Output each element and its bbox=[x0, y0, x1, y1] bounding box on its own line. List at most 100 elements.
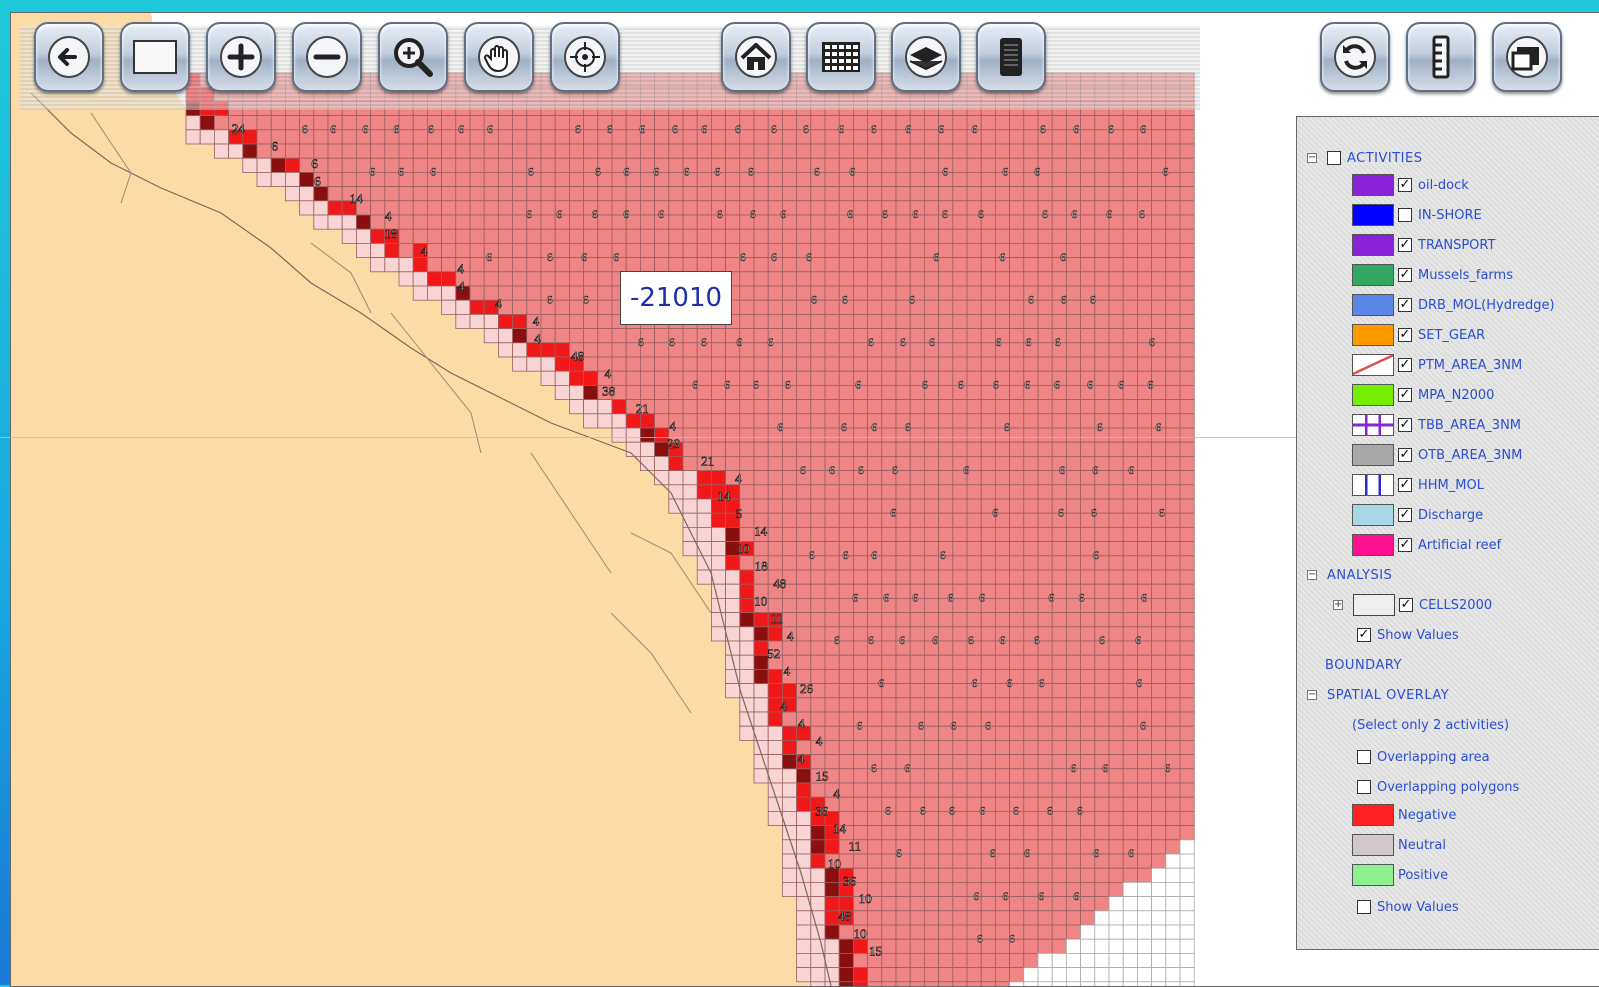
grid-cell bbox=[881, 115, 897, 131]
grid-cell bbox=[1009, 867, 1025, 883]
grid-cell bbox=[824, 115, 840, 131]
analysis-show-values-checkbox[interactable]: ✓ bbox=[1357, 628, 1371, 642]
grid-cell bbox=[725, 157, 741, 173]
overlapping-polygons-checkbox[interactable] bbox=[1357, 780, 1371, 794]
activity-checkbox[interactable]: ✓ bbox=[1398, 358, 1412, 372]
grid-cell bbox=[753, 129, 769, 145]
grid-cell bbox=[1066, 867, 1082, 883]
refresh-button[interactable] bbox=[1320, 22, 1390, 92]
grid-cell bbox=[512, 257, 528, 273]
positive-swatch bbox=[1352, 864, 1394, 886]
activity-checkbox[interactable]: ✓ bbox=[1398, 388, 1412, 402]
grid-cell bbox=[838, 569, 854, 585]
grid-cell bbox=[526, 299, 542, 315]
grid-cell bbox=[696, 214, 712, 230]
grid-cell bbox=[838, 441, 854, 457]
collapse-icon[interactable]: − bbox=[1307, 690, 1317, 700]
activity-checkbox[interactable]: ✓ bbox=[1398, 448, 1412, 462]
document-button[interactable] bbox=[976, 22, 1046, 92]
grid-cell bbox=[185, 129, 201, 145]
cell-value-label: 6 bbox=[595, 165, 601, 179]
grid-cell bbox=[256, 143, 272, 159]
grid-cell bbox=[1165, 896, 1181, 912]
back-button[interactable] bbox=[34, 22, 104, 92]
grid-cell bbox=[838, 342, 854, 358]
grid-cell bbox=[924, 484, 940, 500]
grid-cell bbox=[1009, 740, 1025, 756]
activity-checkbox[interactable]: ✓ bbox=[1398, 268, 1412, 282]
overlay-show-values-checkbox[interactable] bbox=[1357, 900, 1371, 914]
grid-cell bbox=[1137, 569, 1153, 585]
layers-button[interactable] bbox=[891, 22, 961, 92]
grid-cell bbox=[497, 115, 513, 131]
activity-label: oil-dock bbox=[1418, 177, 1469, 193]
grid-cell bbox=[1066, 171, 1082, 187]
activity-checkbox[interactable] bbox=[1398, 208, 1412, 222]
grid-cell bbox=[512, 299, 528, 315]
grid-cell bbox=[711, 342, 727, 358]
grid-cell bbox=[327, 143, 343, 159]
grid-cell bbox=[682, 541, 698, 557]
activity-row-oil-dock: ✓ oil-dock bbox=[1352, 173, 1469, 197]
zoom-in-button[interactable] bbox=[206, 22, 276, 92]
grid-cell bbox=[838, 527, 854, 543]
grid-button[interactable] bbox=[806, 22, 876, 92]
grid-cell bbox=[1080, 896, 1096, 912]
activity-checkbox[interactable]: ✓ bbox=[1398, 418, 1412, 432]
grid-cell bbox=[1009, 115, 1025, 131]
activity-checkbox[interactable]: ✓ bbox=[1398, 508, 1412, 522]
grid-cell bbox=[1108, 640, 1124, 656]
grid-cell bbox=[1165, 214, 1181, 230]
pan-button[interactable] bbox=[464, 22, 534, 92]
grid-cell bbox=[526, 129, 542, 145]
grid-cell bbox=[867, 796, 883, 812]
grid-cell bbox=[327, 214, 343, 230]
full-extent-button[interactable] bbox=[120, 22, 190, 92]
grid-cell bbox=[1137, 896, 1153, 912]
cell-value-label: 6 bbox=[1079, 591, 1085, 605]
grid-cell bbox=[441, 115, 457, 131]
grid-cell bbox=[1080, 654, 1096, 670]
grid-cell bbox=[853, 811, 869, 827]
expand-icon[interactable]: + bbox=[1333, 600, 1343, 610]
collapse-icon[interactable]: − bbox=[1307, 570, 1317, 580]
grid-cell bbox=[1066, 853, 1082, 869]
cell-value-label: 6 bbox=[806, 250, 812, 264]
cells2000-checkbox[interactable]: ✓ bbox=[1399, 598, 1413, 612]
grid-cell bbox=[824, 242, 840, 258]
cell-value-label: 6 bbox=[724, 378, 730, 392]
grid-cell bbox=[867, 214, 883, 230]
grid-cell bbox=[838, 711, 854, 727]
activity-checkbox[interactable]: ✓ bbox=[1398, 538, 1412, 552]
ruler-button[interactable] bbox=[1406, 22, 1476, 92]
cell-value-label: 6 bbox=[623, 165, 629, 179]
grid-cell bbox=[909, 427, 925, 443]
collapse-icon[interactable]: − bbox=[1307, 153, 1317, 163]
grid-cell bbox=[881, 711, 897, 727]
grid-cell bbox=[966, 399, 982, 415]
grid-cell bbox=[725, 171, 741, 187]
activity-checkbox[interactable]: ✓ bbox=[1398, 328, 1412, 342]
zoom-out-button[interactable] bbox=[292, 22, 362, 92]
activities-checkbox[interactable] bbox=[1327, 151, 1341, 165]
grid-cell bbox=[640, 384, 656, 400]
grid-cell bbox=[1165, 725, 1181, 741]
grid-cell bbox=[370, 214, 386, 230]
identify-button[interactable] bbox=[550, 22, 620, 92]
grid-cell bbox=[796, 839, 812, 855]
window-button[interactable] bbox=[1492, 22, 1562, 92]
grid-cell bbox=[796, 782, 812, 798]
zoom-box-button[interactable] bbox=[378, 22, 448, 92]
overlapping-area-checkbox[interactable] bbox=[1357, 750, 1371, 764]
grid-cell bbox=[1179, 498, 1195, 514]
activity-checkbox[interactable]: ✓ bbox=[1398, 478, 1412, 492]
activity-checkbox[interactable]: ✓ bbox=[1398, 298, 1412, 312]
activity-checkbox[interactable]: ✓ bbox=[1398, 238, 1412, 252]
grid-cell bbox=[1108, 356, 1124, 372]
home-button[interactable] bbox=[721, 22, 791, 92]
grid-cell bbox=[696, 498, 712, 514]
grid-cell bbox=[1108, 910, 1124, 926]
activity-checkbox[interactable]: ✓ bbox=[1398, 178, 1412, 192]
grid-cell bbox=[753, 157, 769, 173]
boundary-header[interactable]: BOUNDARY bbox=[1325, 658, 1402, 673]
